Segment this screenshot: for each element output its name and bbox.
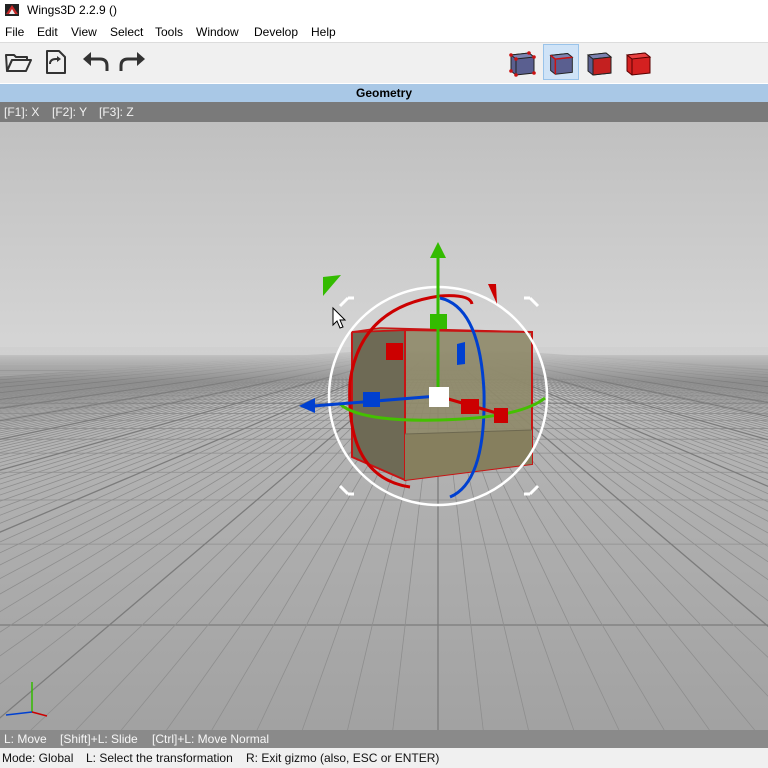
hint-slide: [Shift]+L: Slide — [60, 732, 138, 746]
xy-plane-handle[interactable] — [457, 342, 465, 365]
body-select-mode-button[interactable] — [620, 44, 656, 80]
menu-tools[interactable]: Tools — [155, 24, 183, 40]
menu-view[interactable]: View — [71, 24, 97, 40]
axis-key-x: [F1]: X — [4, 105, 40, 119]
open-icon[interactable] — [3, 47, 33, 77]
status-mode: Mode: Global — [2, 751, 74, 765]
wings3d-logo-icon — [5, 4, 19, 16]
viewport-canvas[interactable] — [0, 122, 768, 730]
menu-file[interactable]: File — [5, 24, 24, 40]
toolbar — [0, 43, 768, 83]
edge-select-mode-button[interactable] — [543, 44, 579, 80]
z-axis-scale-handle[interactable] — [363, 392, 380, 407]
edge-cube-icon — [549, 53, 574, 75]
gizmo-center-handle[interactable] — [429, 387, 449, 407]
menu-develop[interactable]: Develop — [254, 24, 298, 40]
y-axis-scale-handle[interactable] — [430, 314, 447, 329]
status-select-hint: L: Select the transformation — [86, 751, 233, 765]
vertex-select-mode-button[interactable] — [504, 44, 540, 80]
vertex-cube-icon — [509, 51, 536, 77]
yz-plane-handle[interactable] — [386, 343, 403, 360]
menu-help[interactable]: Help — [311, 24, 336, 40]
geometry-window-header: Geometry — [0, 84, 768, 102]
body-cube-icon — [625, 52, 652, 76]
geometry-viewport[interactable] — [0, 122, 768, 730]
hint-move-normal: [Ctrl]+L: Move Normal — [152, 732, 270, 746]
x-axis-end-handle[interactable] — [494, 408, 508, 423]
mouse-hint-bar: L: Move [Shift]+L: Slide [Ctrl]+L: Move … — [0, 730, 768, 748]
save-icon[interactable] — [40, 47, 70, 77]
menu-bar: File Edit View Select Tools Window Devel… — [0, 22, 768, 43]
x-axis-scale-handle[interactable] — [461, 399, 479, 414]
status-bar: Mode: Global L: Select the transformatio… — [0, 748, 768, 768]
redo-icon[interactable] — [118, 47, 148, 77]
undo-icon[interactable] — [80, 47, 110, 77]
axis-key-info-line: [F1]: X [F2]: Y [F3]: Z — [0, 102, 768, 122]
window-title: Wings3D 2.2.9 () — [27, 3, 118, 17]
axis-key-y: [F2]: Y — [52, 105, 88, 119]
hint-move: L: Move — [4, 732, 47, 746]
menu-select[interactable]: Select — [110, 24, 143, 40]
viewport-background — [0, 122, 768, 362]
axis-key-z: [F3]: Z — [99, 105, 134, 119]
menu-edit[interactable]: Edit — [37, 24, 58, 40]
face-cube-icon — [586, 52, 613, 76]
status-exit-hint: R: Exit gizmo (also, ESC or ENTER) — [246, 751, 440, 765]
title-bar: Wings3D 2.2.9 () — [0, 0, 768, 22]
menu-window[interactable]: Window — [196, 24, 239, 40]
face-select-mode-button[interactable] — [581, 44, 617, 80]
